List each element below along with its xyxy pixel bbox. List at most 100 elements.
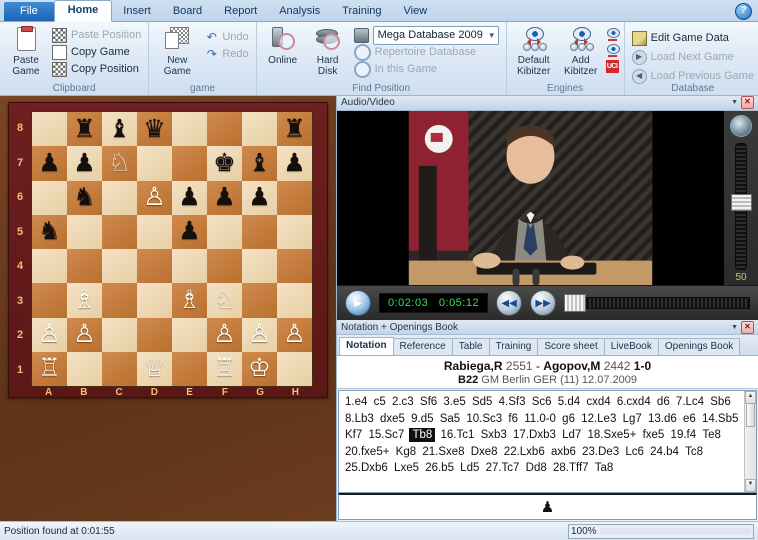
notation-tab-livebook[interactable]: LiveBook <box>603 338 659 355</box>
move-token[interactable]: Sf6 <box>419 396 438 408</box>
move-token[interactable]: Sd5 <box>471 396 493 408</box>
move-token[interactable]: Ld5 <box>459 462 480 474</box>
move-token[interactable]: fxe5 <box>642 429 666 441</box>
board-square[interactable]: ♜ <box>67 112 102 147</box>
tab-report[interactable]: Report <box>213 2 268 21</box>
move-token[interactable]: 12.Le3 <box>580 413 617 425</box>
board-square[interactable]: ♚ <box>207 146 242 181</box>
move-token[interactable]: 9.d5 <box>410 413 434 425</box>
chess-piece[interactable]: ♚ <box>213 150 235 176</box>
move-token[interactable]: Kg8 <box>395 446 417 458</box>
board-square[interactable]: ♕ <box>137 351 172 386</box>
close-icon[interactable]: ✕ <box>741 96 754 110</box>
tab-insert[interactable]: Insert <box>112 2 162 21</box>
chess-piece[interactable]: ♙ <box>38 322 60 347</box>
repertoire-database-button[interactable]: Repertoire Database <box>352 43 501 61</box>
load-previous-game-button[interactable]: ◀ Load Previous Game <box>630 68 756 84</box>
board-square[interactable] <box>277 214 312 249</box>
play-icon[interactable]: ▶ <box>345 290 371 317</box>
redo-button[interactable]: ↷ Redo <box>203 46 250 62</box>
move-token[interactable]: Kf7 <box>344 429 363 441</box>
chess-piece[interactable]: ♙ <box>248 322 270 347</box>
move-token[interactable]: d6 <box>656 396 671 408</box>
chess-piece[interactable]: ♟ <box>73 150 95 176</box>
notation-tab-score-sheet[interactable]: Score sheet <box>537 338 605 355</box>
board-square[interactable] <box>277 180 312 215</box>
move-token[interactable]: 21.Sxe8 <box>421 446 465 458</box>
board-square[interactable] <box>32 180 67 215</box>
seek-slider[interactable] <box>564 294 750 313</box>
move-token[interactable]: dxe5 <box>379 413 406 425</box>
move-token[interactable]: 28.Tff7 <box>552 462 590 474</box>
move-token[interactable]: cxd4 <box>585 396 611 408</box>
board-square[interactable]: ♟ <box>172 214 207 249</box>
chess-piece[interactable]: ♝ <box>108 116 130 142</box>
board-square[interactable] <box>172 146 207 181</box>
chess-piece[interactable]: ♔ <box>248 356 270 381</box>
board-square[interactable] <box>32 283 67 318</box>
board-square[interactable]: ♗ <box>172 283 207 318</box>
board-square[interactable]: ♖ <box>207 351 242 386</box>
board-square[interactable]: ♝ <box>242 146 277 181</box>
move-token[interactable]: Lc6 <box>624 446 645 458</box>
scrollbar-thumb[interactable] <box>746 403 755 427</box>
rewind-icon[interactable]: ◀◀ <box>496 290 523 317</box>
video-frame[interactable] <box>337 110 724 286</box>
database-combobox[interactable]: Mega Database 2009 ▼ <box>372 25 499 45</box>
board-square[interactable]: ♘ <box>102 146 137 181</box>
board-square[interactable] <box>137 146 172 181</box>
move-token[interactable]: 20.fxe5+ <box>344 446 390 458</box>
move-token[interactable]: Te8 <box>701 429 722 441</box>
board-square[interactable]: ♙ <box>137 180 172 215</box>
board-square[interactable] <box>137 283 172 318</box>
panel-menu-icon[interactable]: ▼ <box>731 99 738 106</box>
move-list[interactable]: 1.e4 c5 2.c3 Sf6 3.e5 Sd5 4.Sf3 Sc6 5.d4… <box>339 391 756 480</box>
board-square[interactable] <box>67 351 102 386</box>
notation-tab-openings-book[interactable]: Openings Book <box>657 338 741 355</box>
move-token[interactable]: 2.c3 <box>391 396 415 408</box>
speaker-icon[interactable] <box>730 114 752 137</box>
chess-piece[interactable]: ♞ <box>73 185 95 210</box>
board-square[interactable] <box>67 214 102 249</box>
board-square[interactable]: ♟ <box>172 180 207 215</box>
notation-tab-table[interactable]: Table <box>451 338 490 355</box>
move-list-container[interactable]: 1.e4 c5 2.c3 Sf6 3.e5 Sd5 4.Sf3 Sc6 5.d4… <box>338 390 757 493</box>
move-token[interactable]: 4.Sf3 <box>498 396 527 408</box>
move-token[interactable]: 26.b5 <box>424 462 455 474</box>
move-token[interactable]: Dd8 <box>525 462 548 474</box>
move-token[interactable]: 7.Lc4 <box>675 396 705 408</box>
board-square[interactable] <box>242 214 277 249</box>
chess-piece[interactable]: ♝ <box>248 150 270 176</box>
board-square[interactable]: ♞ <box>32 214 67 249</box>
chess-piece[interactable]: ♟ <box>283 150 305 176</box>
move-token[interactable]: 27.Tc7 <box>485 462 521 474</box>
uci-engine-icon[interactable]: UCI <box>605 60 619 73</box>
chess-piece[interactable]: ♕ <box>143 356 165 381</box>
board-square[interactable]: ♟ <box>67 146 102 181</box>
board-square[interactable] <box>207 112 242 147</box>
fast-forward-icon[interactable]: ▶▶ <box>530 290 557 317</box>
move-token[interactable]: 16.Tc1 <box>440 429 476 441</box>
help-icon[interactable]: ? <box>735 3 752 20</box>
chess-piece[interactable]: ♗ <box>178 287 200 313</box>
tab-analysis[interactable]: Analysis <box>268 2 331 21</box>
move-token[interactable]: 14.Sb5 <box>701 413 739 425</box>
board-square[interactable]: ♙ <box>242 317 277 352</box>
chess-piece[interactable]: ♜ <box>283 116 305 142</box>
move-token[interactable]: 17.Dxb3 <box>512 429 557 441</box>
board-square[interactable] <box>102 214 137 249</box>
move-token[interactable]: f6 <box>507 413 519 425</box>
board-square[interactable]: ♞ <box>67 180 102 215</box>
board-square[interactable] <box>102 249 137 284</box>
chess-piece[interactable]: ♙ <box>143 185 165 210</box>
online-search-button[interactable]: Online <box>262 26 304 66</box>
seek-slider-thumb[interactable] <box>564 294 587 313</box>
move-token[interactable]: axb6 <box>550 446 577 458</box>
board-square[interactable] <box>102 351 137 386</box>
board-square[interactable]: ♘ <box>207 283 242 318</box>
move-token[interactable]: Sc6 <box>531 396 553 408</box>
move-token[interactable]: 10.Sc3 <box>465 413 503 425</box>
move-token[interactable]: 1.e4 <box>344 396 368 408</box>
board-square[interactable]: ♟ <box>207 180 242 215</box>
database-selector-row[interactable]: Mega Database 2009 ▼ <box>352 25 501 45</box>
